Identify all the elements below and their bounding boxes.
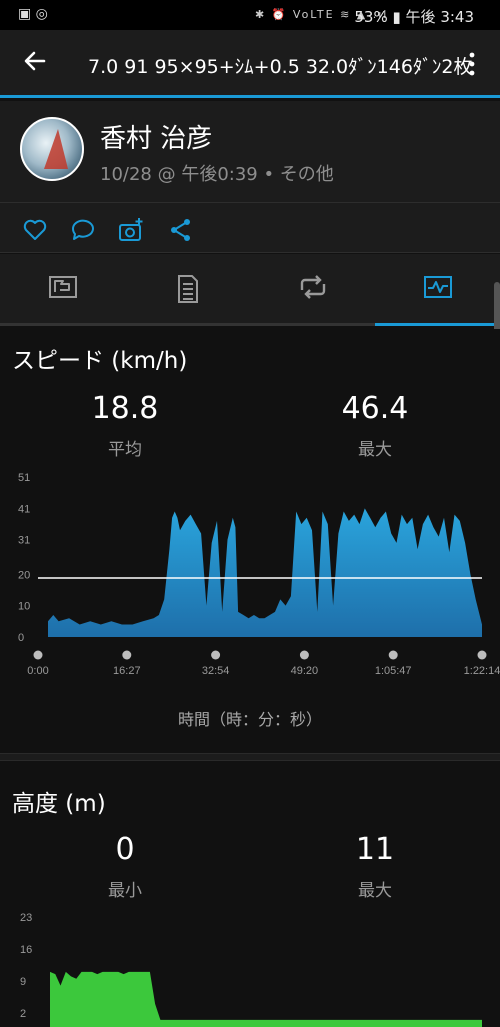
- speed-y-tick: 10: [18, 601, 30, 613]
- elevation-chart[interactable]: 23 16 9 2: [0, 907, 500, 1027]
- speed-x-axis-caption: 時間（時：分：秒）: [177, 710, 322, 729]
- back-arrow-icon[interactable]: [20, 46, 50, 76]
- activity-header: 香村 治彦 10/28 @ 午後0:39 • その他: [0, 101, 500, 203]
- speed-area-series: [48, 508, 482, 637]
- elevation-max-value: 11: [355, 832, 395, 867]
- chart-pulse-icon: [424, 276, 452, 298]
- more-vertical-icon[interactable]: [466, 50, 478, 78]
- speed-y-tick: 41: [18, 503, 30, 515]
- speed-y-tick: 51: [18, 472, 30, 484]
- battery-icon: ▮: [392, 8, 401, 26]
- charts-content: スピード (km/h) 18.8 平均 46.4 最大 51 41 31 20 10 0 0…: [0, 329, 500, 1027]
- tab-summary[interactable]: [0, 254, 125, 326]
- speed-x-tick-dot: [388, 650, 398, 660]
- elevation-title: 高度 (m): [12, 791, 106, 817]
- speed-max-value: 46.4: [341, 391, 409, 426]
- tab-laps[interactable]: [250, 254, 375, 326]
- elevation-area-series: [50, 971, 482, 1027]
- document-list-icon: [178, 275, 198, 303]
- repeat-laps-icon: [300, 275, 326, 299]
- notification-icons: ▣ ◎: [18, 6, 48, 22]
- elevation-y-tick: 16: [20, 944, 32, 956]
- elevation-y-tick: 9: [20, 976, 26, 988]
- speed-chart[interactable]: 51 41 31 20 10 0 0:00 16:27 32:54 49:20 1:05:47 1:2…: [0, 467, 500, 677]
- heart-icon[interactable]: [22, 217, 48, 243]
- activity-tabs: [0, 254, 500, 326]
- user-name[interactable]: 香村 治彦: [100, 118, 212, 155]
- speed-y-tick: 31: [18, 535, 30, 547]
- elevation-min-value: 0: [115, 832, 135, 867]
- elevation-y-tick: 23: [20, 912, 32, 924]
- speed-avg-value: 18.8: [91, 391, 159, 426]
- elevation-y-tick: 2: [20, 1008, 26, 1020]
- avatar[interactable]: [20, 117, 84, 181]
- speed-x-tick: 1:05:47: [375, 665, 412, 677]
- speed-avg-label: 平均: [108, 440, 142, 460]
- speed-x-tick-dot: [122, 650, 132, 660]
- speed-x-tick-dot: [299, 650, 309, 660]
- tab-charts[interactable]: [375, 254, 500, 326]
- speed-x-tick: 49:20: [291, 665, 319, 677]
- elevation-min-label: 最小: [108, 881, 142, 901]
- speed-x-tick-dot: [211, 650, 221, 660]
- activity-meta: 10/28 @ 午後0:39 • その他: [100, 164, 334, 185]
- camera-plus-icon[interactable]: [118, 217, 144, 243]
- app-bar: 7.0 91 95×95+ｼﾑ+0.5 32.0ﾀﾞﾝ146ﾀﾞﾝ2枚: [0, 30, 500, 98]
- tab-details[interactable]: [125, 254, 250, 326]
- speed-x-tick: 0:00: [27, 665, 48, 677]
- speed-x-tick: 32:54: [202, 665, 230, 677]
- speed-max-label: 最大: [358, 440, 392, 460]
- speed-x-tick: 16:27: [113, 665, 141, 677]
- elevation-max-label: 最大: [358, 881, 392, 901]
- summary-flag-icon: [49, 276, 77, 298]
- speed-y-tick: 20: [18, 569, 30, 581]
- speed-x-tick-dot: [477, 650, 487, 660]
- clock-battery: 53% ▮ 午後 3:43: [354, 6, 474, 27]
- action-bar: [0, 203, 500, 253]
- clock: 午後 3:43: [405, 8, 474, 26]
- speed-title: スピード (km/h): [12, 348, 188, 374]
- battery-percent: 53%: [354, 8, 388, 26]
- speed-x-tick: 1:22:14: [464, 665, 500, 677]
- share-icon[interactable]: [168, 217, 194, 243]
- section-divider: [0, 753, 500, 761]
- activity-title: 7.0 91 95×95+ｼﾑ+0.5 32.0ﾀﾞﾝ146ﾀﾞﾝ2枚: [88, 56, 473, 78]
- speed-y-tick: 0: [18, 632, 24, 644]
- status-bar: ▣ ◎ ✱ ⏰ VoLTE ≋ ▲ .ıl 53% ▮ 午後 3:43: [0, 0, 500, 30]
- speed-x-tick-dot: [33, 650, 43, 660]
- comment-icon[interactable]: [70, 217, 96, 243]
